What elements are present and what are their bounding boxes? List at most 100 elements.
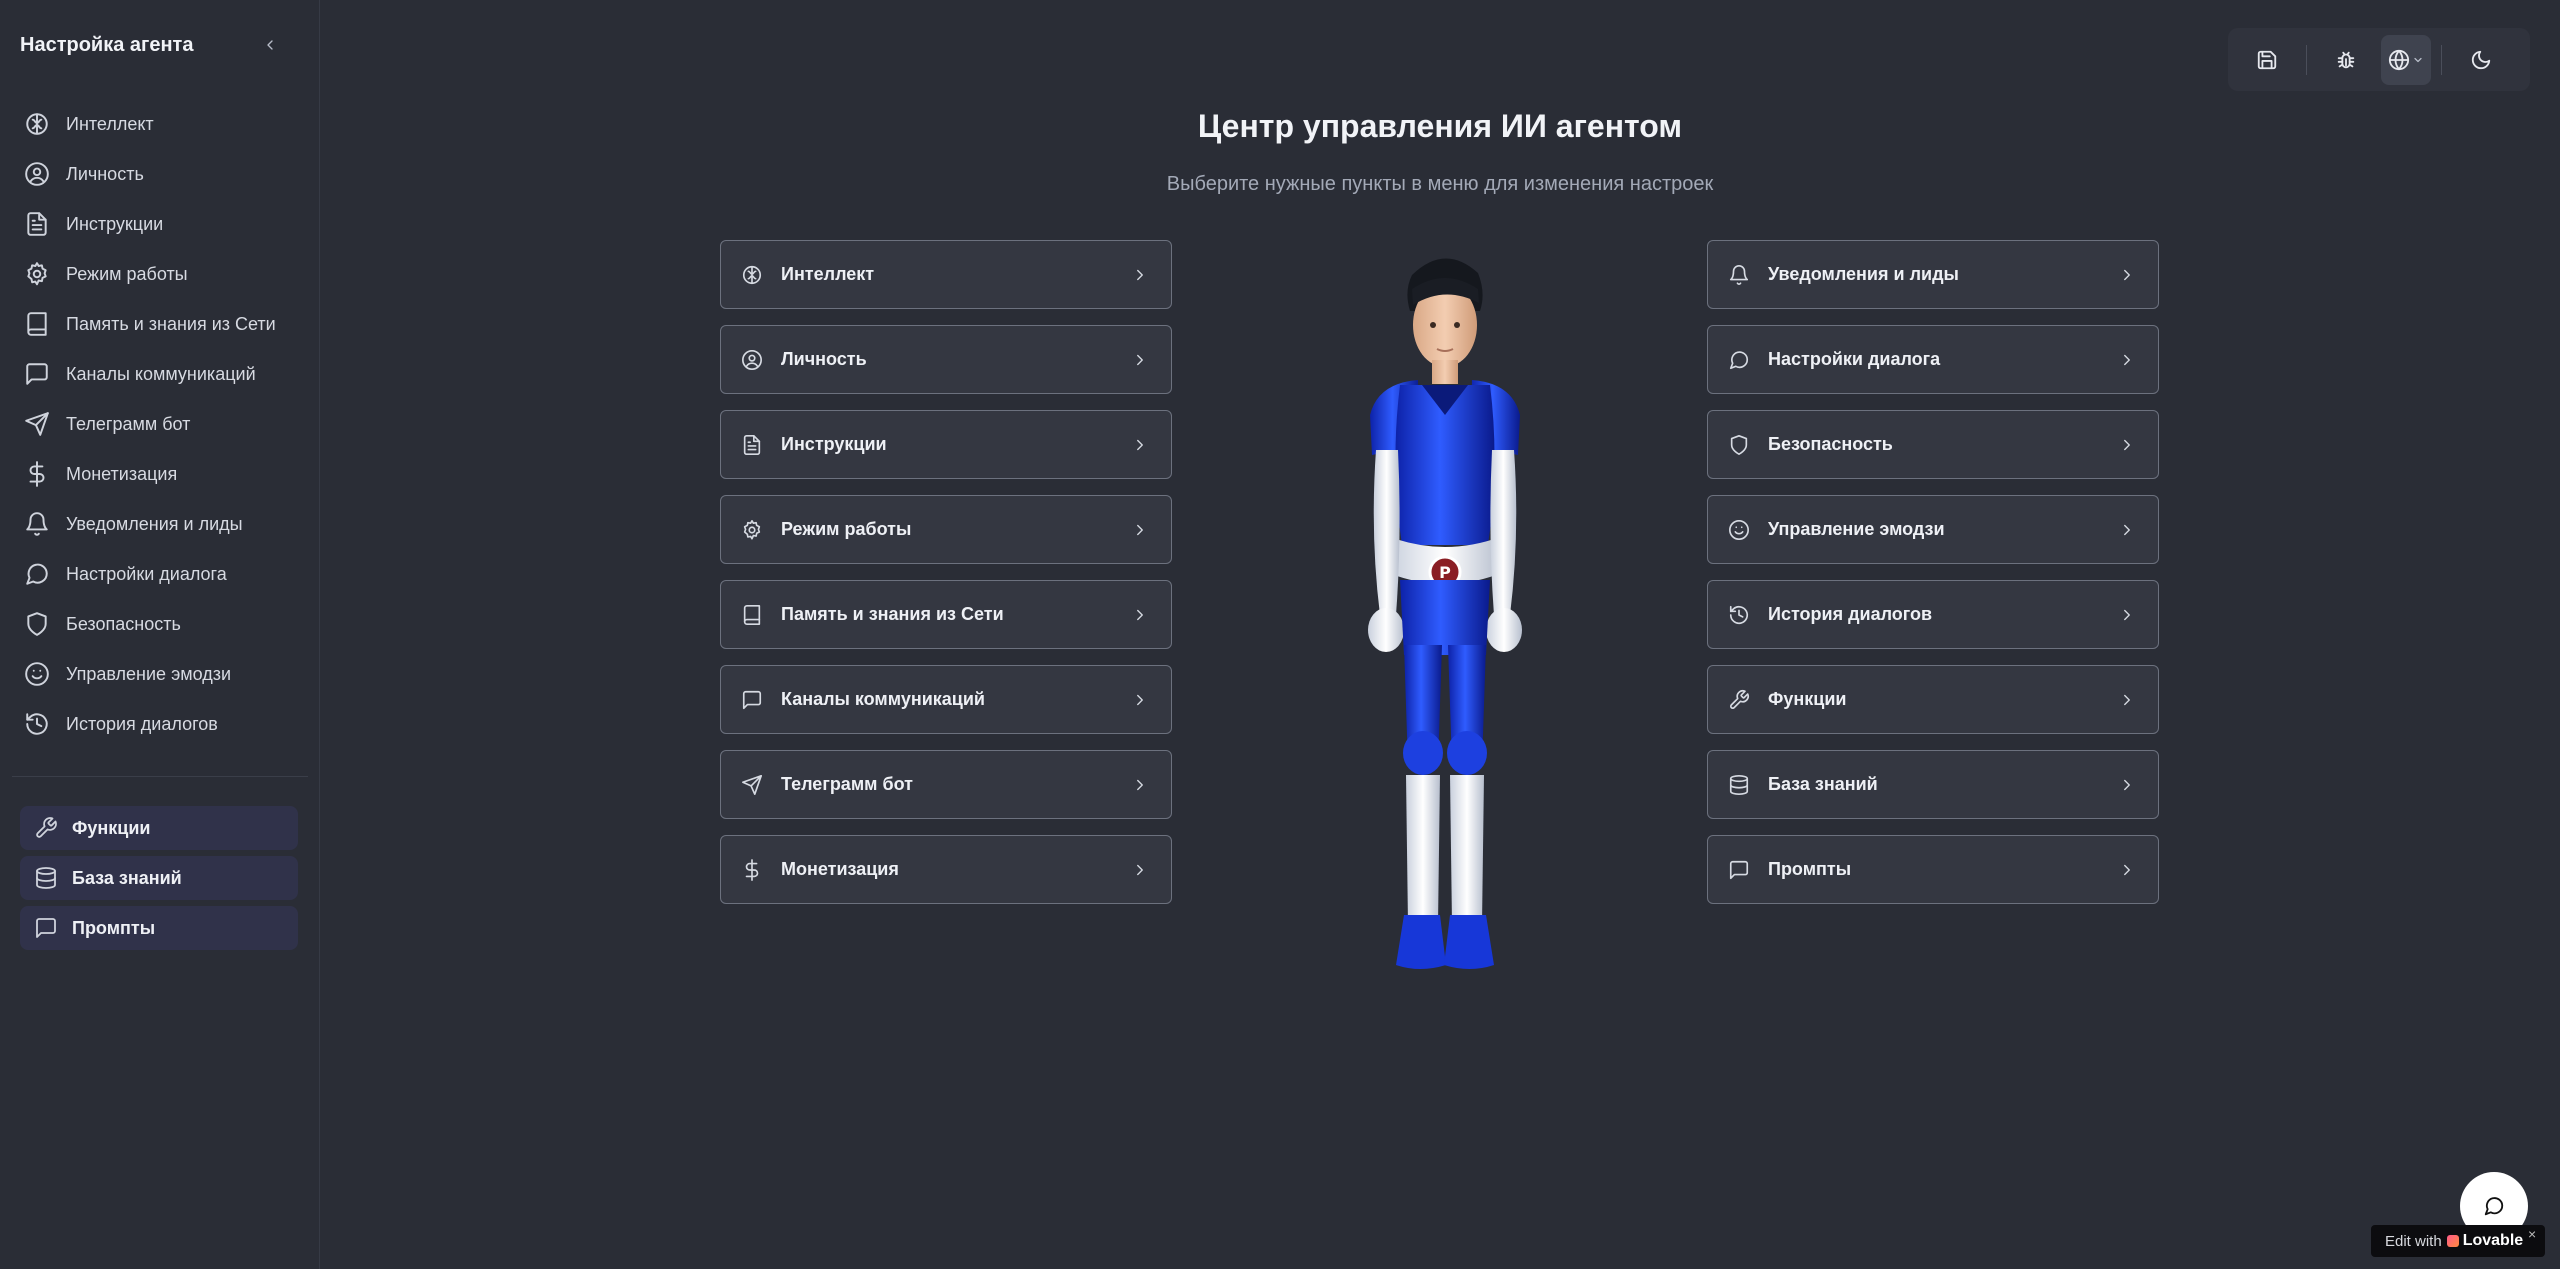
sidebar-item[interactable]: История диалогов: [16, 699, 306, 749]
sidebar-item-label: Память и знания из Сети: [66, 313, 276, 334]
lovable-logo-icon: [2446, 1235, 2459, 1247]
settings-card[interactable]: Память и знания из Сети: [720, 580, 1172, 649]
bug-icon: [2337, 51, 2355, 68]
collapse-sidebar-button[interactable]: [258, 33, 282, 57]
chevron-right-icon: [2124, 524, 2130, 535]
sidebar-item[interactable]: Управление эмодзи: [16, 649, 306, 699]
theme-toggle-button[interactable]: [2456, 35, 2506, 85]
chevron-right-icon: [1137, 354, 1143, 365]
sidebar-item-label: База знаний: [72, 867, 182, 888]
message-square-icon: [1729, 860, 1749, 879]
chevron-right-icon: [2124, 779, 2130, 790]
chevron-right-icon: [2124, 439, 2130, 450]
gear-icon: [27, 262, 47, 286]
sidebar-item[interactable]: Интеллект: [16, 99, 306, 149]
chevron-down-icon: [2414, 57, 2422, 62]
settings-card[interactable]: Функции: [1707, 665, 2159, 734]
save-button[interactable]: [2242, 35, 2292, 85]
sidebar-item[interactable]: Уведомления и лиды: [16, 499, 306, 549]
database-icon: [1729, 774, 1749, 795]
sidebar-item-label: История диалогов: [66, 713, 218, 734]
chevron-right-icon: [1137, 694, 1143, 705]
chevron-right-icon: [1137, 439, 1143, 450]
settings-card[interactable]: Каналы коммуникаций: [720, 665, 1172, 734]
dollar-icon: [745, 858, 759, 881]
settings-card[interactable]: Уведомления и лиды: [1707, 240, 2159, 309]
sidebar-divider: [12, 776, 308, 777]
settings-card[interactable]: Интеллект: [720, 240, 1172, 309]
settings-card[interactable]: Личность: [720, 325, 1172, 394]
sidebar-item[interactable]: Безопасность: [16, 599, 306, 649]
sidebar-item[interactable]: Монетизация: [16, 449, 306, 499]
gear-icon: [743, 519, 761, 540]
file-text-icon: [27, 212, 47, 236]
bell-icon: [1729, 264, 1749, 285]
page-title: Центр управления ИИ агентом: [1197, 108, 1683, 144]
settings-card-label: Режим работы: [781, 519, 912, 539]
smile-icon: [25, 662, 49, 686]
sidebar-item-label: Интеллект: [66, 113, 154, 134]
sidebar-item[interactable]: Личность: [16, 149, 306, 199]
settings-card-label: Функции: [1768, 689, 1847, 709]
settings-card[interactable]: История диалогов: [1707, 580, 2159, 649]
history-icon: [1729, 605, 1749, 624]
sidebar-extra-item[interactable]: Промпты: [20, 906, 298, 950]
sidebar-item-label: Телеграмм бот: [66, 413, 191, 434]
file-text-icon: [743, 434, 761, 455]
settings-card[interactable]: База знаний: [1707, 750, 2159, 819]
settings-card[interactable]: Инструкции: [720, 410, 1172, 479]
sidebar-extra-nav: Функции База знаний Промпты: [20, 806, 298, 956]
sidebar-extra-item[interactable]: База знаний: [20, 856, 298, 900]
sidebar-item-label: Безопасность: [66, 613, 181, 634]
chevron-right-icon: [1137, 864, 1143, 875]
message-circle-icon: [2484, 1197, 2504, 1216]
debug-button[interactable]: [2321, 35, 2371, 85]
edit-with-lovable-badge[interactable]: Edit with Lovable: [2371, 1225, 2545, 1257]
settings-card[interactable]: Промпты: [1707, 835, 2159, 904]
sidebar-item-label: Инструкции: [66, 213, 164, 234]
settings-card-label: Промпты: [1768, 859, 1852, 879]
chevron-right-icon: [1137, 269, 1143, 280]
settings-card-label: Телеграмм бот: [781, 774, 913, 794]
page-subtitle: Выберите нужные пункты в меню для измене…: [1166, 173, 1714, 195]
sidebar: Настройка агента Интеллект Личность Инстру…: [0, 0, 320, 1269]
sidebar-item[interactable]: Каналы коммуникаций: [16, 349, 306, 399]
smile-icon: [1729, 519, 1749, 540]
chevron-right-icon: [1137, 524, 1143, 535]
settings-card-label: Монетизация: [781, 859, 899, 879]
brain-icon: [742, 265, 762, 284]
book-icon: [743, 604, 761, 625]
settings-card[interactable]: Режим работы: [720, 495, 1172, 564]
settings-card[interactable]: Безопасность: [1707, 410, 2159, 479]
close-badge-button[interactable]: ×: [2528, 1226, 2536, 1242]
send-icon: [742, 774, 762, 795]
bell-icon: [26, 512, 48, 536]
shield-icon: [1730, 434, 1748, 455]
sidebar-item[interactable]: Настройки диалога: [16, 549, 306, 599]
sidebar-extra-item[interactable]: Функции: [20, 806, 298, 850]
sidebar-item[interactable]: Инструкции: [16, 199, 306, 249]
sidebar-item[interactable]: Телеграмм бот: [16, 399, 306, 449]
sidebar-item-label: Настройки диалога: [66, 563, 227, 584]
sidebar-item-label: Каналы коммуникаций: [66, 363, 256, 384]
sidebar-item-label: Промпты: [72, 917, 156, 938]
sidebar-item[interactable]: Режим работы: [16, 249, 306, 299]
book-icon: [27, 312, 47, 336]
settings-card-label: Интеллект: [781, 264, 875, 284]
sidebar-item-label: Функции: [72, 817, 151, 838]
settings-card[interactable]: Телеграмм бот: [720, 750, 1172, 819]
settings-card[interactable]: Управление эмодзи: [1707, 495, 2159, 564]
settings-card-label: Личность: [781, 349, 867, 369]
dollar-icon: [29, 461, 45, 487]
sidebar-item[interactable]: Память и знания из Сети: [16, 299, 306, 349]
language-select[interactable]: [2381, 34, 2431, 85]
settings-card[interactable]: Монетизация: [720, 835, 1172, 904]
settings-card[interactable]: Настройки диалога: [1707, 325, 2159, 394]
toolbar-divider: [2441, 44, 2442, 75]
chevron-right-icon: [2124, 354, 2130, 365]
wrench-icon: [36, 817, 57, 838]
message-circle-icon: [1729, 350, 1749, 369]
moon-icon: [2471, 50, 2491, 69]
message-circle-icon: [26, 563, 48, 585]
settings-card-label: История диалогов: [1768, 604, 1933, 624]
